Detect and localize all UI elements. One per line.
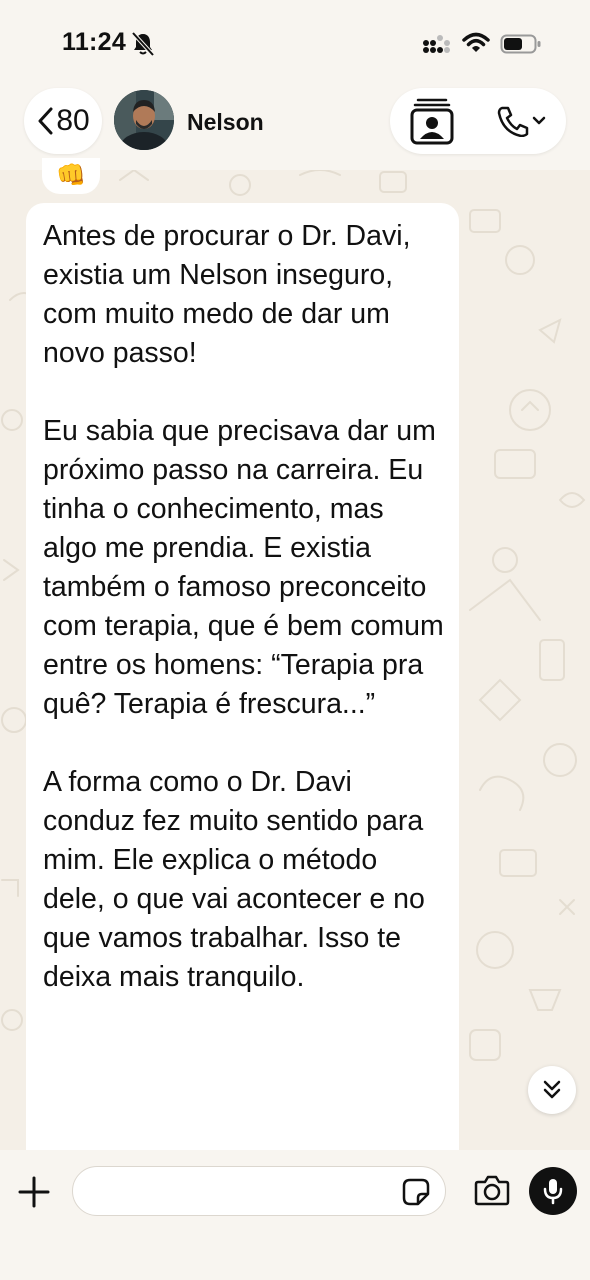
header-actions [390,88,566,154]
message-reaction[interactable]: 👊 [42,158,100,194]
message-text: Antes de procurar o Dr. Davi, existia um… [43,220,444,993]
back-button[interactable]: 80 [24,88,102,154]
contact-card-icon[interactable] [410,97,454,145]
sticker-icon[interactable] [402,1178,430,1206]
camera-icon[interactable] [474,1174,510,1206]
bell-slash-icon [132,32,154,56]
microphone-icon [543,1179,563,1205]
voice-message-button[interactable] [529,1167,577,1215]
message-bubble[interactable]: Antes de procurar o Dr. Davi, existia um… [26,203,459,1163]
unread-count: 80 [56,104,90,137]
contact-name[interactable]: Nelson [187,109,264,136]
cellular-signal-icon [423,35,450,53]
scroll-to-bottom-button[interactable] [528,1066,576,1114]
message-input[interactable] [72,1166,446,1216]
chat-header: 80 Nelson [0,80,590,170]
status-bar: 11:24 [0,0,590,80]
wifi-icon [462,32,490,52]
plus-icon[interactable] [16,1174,52,1210]
message-input-bar [0,1150,590,1280]
status-time: 11:24 [62,28,127,56]
avatar[interactable] [114,90,174,150]
double-chevron-down-icon [543,1080,561,1099]
battery-icon [500,34,541,54]
phone-icon[interactable] [494,105,546,137]
chevron-left-icon [38,107,53,135]
